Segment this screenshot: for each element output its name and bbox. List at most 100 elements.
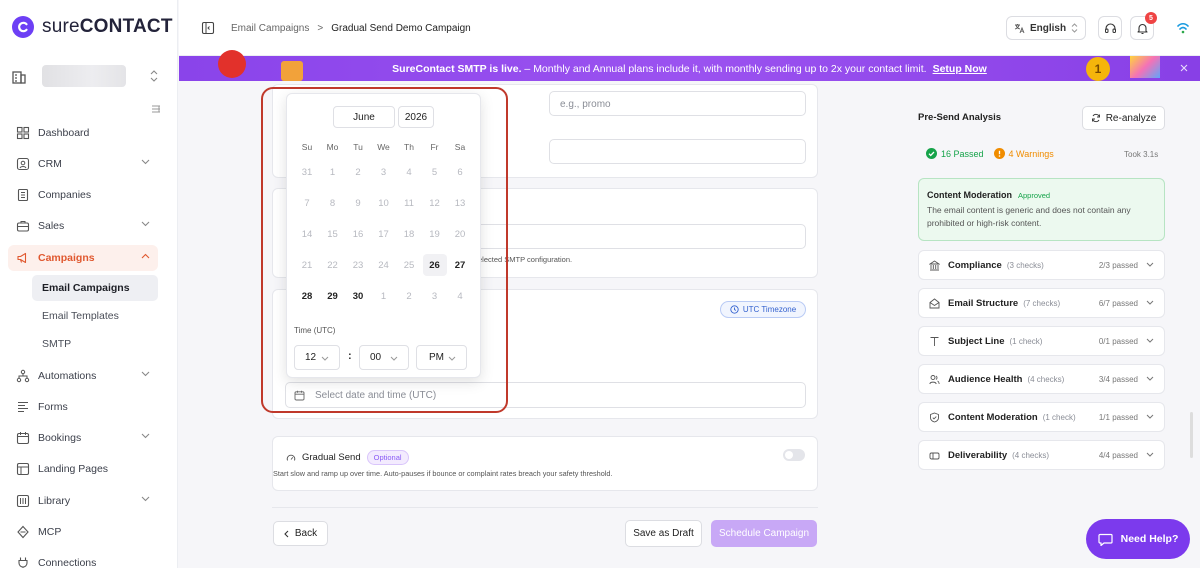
chevron-up-icon: [141, 253, 150, 259]
gradual-send-card: Gradual Send Optional Start slow and ram…: [272, 436, 818, 491]
scrollbar[interactable]: [1190, 412, 1193, 458]
users-icon: [929, 374, 940, 384]
chevron-down-icon: [141, 433, 150, 439]
chevron-down-icon: [141, 221, 150, 227]
check-subject-line[interactable]: Subject Line (1 check) 0/1 passed: [918, 326, 1165, 356]
optional-badge: Optional: [366, 450, 409, 465]
chevron-down-icon: [1146, 262, 1154, 267]
sidebar-item-sales[interactable]: Sales: [8, 213, 158, 239]
chat-icon: [1098, 533, 1113, 546]
gauge-icon: [286, 454, 296, 461]
sidebar-toggle-icon[interactable]: [150, 103, 162, 115]
chevron-down-icon: [141, 159, 150, 165]
sidebar-item-forms[interactable]: Forms: [8, 394, 158, 420]
notifications-button[interactable]: 5: [1130, 12, 1157, 40]
sidebar-item-label: Automations: [38, 370, 97, 382]
chevron-down-icon: [1146, 300, 1154, 305]
check-count: (7 checks): [1023, 298, 1061, 308]
content-moderation-summary: Content Moderation Approved The email co…: [918, 178, 1165, 241]
check-audience-health[interactable]: Audience Health (4 checks) 3/4 passed: [918, 364, 1165, 394]
sidebar-item-label: Connections: [38, 557, 97, 568]
bank-icon: [929, 259, 940, 270]
chevron-down-icon: [1146, 414, 1154, 419]
check-name: Email Structure: [948, 297, 1019, 309]
sidebar-item-label: Dashboard: [38, 127, 90, 139]
headset-icon: [1104, 22, 1116, 33]
check-count: (4 checks): [1027, 374, 1065, 384]
sidebar-item-companies[interactable]: Companies: [8, 182, 158, 208]
chevron-down-icon: [1146, 376, 1154, 381]
reanalyze-button[interactable]: Re-analyze: [1082, 106, 1165, 130]
language-selector[interactable]: English: [1006, 16, 1086, 40]
save-draft-button[interactable]: Save as Draft: [625, 520, 702, 547]
sidebar-item-mcp[interactable]: MCP: [8, 519, 158, 545]
utc-timezone-badge: UTC Timezone: [720, 301, 806, 318]
support-button[interactable]: [1098, 16, 1122, 40]
form-icon: [18, 401, 28, 413]
reanalyze-label: Re-analyze: [1105, 112, 1157, 124]
gradual-send-toggle[interactable]: [783, 449, 805, 461]
check-name: Audience Health: [948, 373, 1023, 385]
banner-setup-link[interactable]: Setup Now: [933, 63, 987, 75]
gradual-send-description: Start slow and ramp up over time. Auto-p…: [273, 469, 613, 478]
check-content-moderation[interactable]: Content Moderation (1 check) 1/1 passed: [918, 402, 1165, 432]
top-bar: Email Campaigns > Gradual Send Demo Camp…: [179, 0, 1200, 56]
need-help-button[interactable]: Need Help?: [1086, 519, 1190, 559]
logo-icon: [12, 16, 34, 38]
chevron-down-icon: [141, 496, 150, 502]
sidebar-item-label: Campaigns: [38, 252, 95, 264]
close-icon[interactable]: [1180, 64, 1188, 72]
mcp-icon: [17, 525, 29, 539]
breadcrumb-separator: >: [317, 22, 324, 34]
tag-input[interactable]: e.g., promo: [549, 91, 806, 116]
sidebar-item-landing-pages[interactable]: Landing Pages: [8, 456, 158, 482]
sidebar-subitem-email-templates[interactable]: Email Templates: [32, 303, 158, 329]
utc-timezone-label: UTC Timezone: [742, 305, 797, 314]
sidebar-item-campaigns[interactable]: Campaigns: [8, 245, 158, 271]
chevron-down-icon: [1146, 338, 1154, 343]
check-deliverability[interactable]: Deliverability (4 checks) 4/4 passed: [918, 440, 1165, 470]
sidebar-item-bookings[interactable]: Bookings: [8, 425, 158, 451]
sidebar-item-library[interactable]: Library: [8, 488, 158, 514]
sidebar-item-label: Bookings: [38, 432, 82, 444]
divider: [272, 507, 818, 508]
check-result: 2/3 passed: [1098, 260, 1138, 270]
chevron-updown-icon: [1071, 23, 1078, 33]
sidebar-item-crm[interactable]: CRM: [8, 151, 158, 177]
back-button[interactable]: Back: [273, 521, 328, 546]
sidebar-subitem-label: Email Campaigns: [42, 282, 130, 294]
sidebar-subitem-smtp[interactable]: SMTP: [32, 331, 158, 357]
panel-toggle-icon[interactable]: [201, 21, 215, 35]
sidebar-item-label: Forms: [38, 401, 68, 413]
app-logo[interactable]: sureCONTACT: [12, 16, 173, 38]
banner-text: – Monthly and Annual plans include it, w…: [521, 62, 927, 75]
gift-icon: [281, 61, 303, 81]
check-compliance[interactable]: Compliance (3 checks) 2/3 passed: [918, 250, 1165, 280]
passed-count: 16 Passed: [941, 148, 984, 159]
sidebar-subitem-email-campaigns[interactable]: Email Campaigns: [32, 275, 158, 301]
smtp-select[interactable]: [473, 224, 806, 249]
schedule-campaign-button[interactable]: Schedule Campaign: [711, 520, 817, 547]
banner-lead: SureContact SMTP is live.: [392, 62, 522, 75]
text-input[interactable]: [549, 139, 806, 164]
coin-badge-icon: 1: [1086, 57, 1110, 81]
warning-circle-icon: [993, 148, 1005, 159]
workspace-switcher[interactable]: [10, 58, 168, 94]
chevron-left-icon: [284, 530, 289, 537]
sidebar-item-dashboard[interactable]: Dashboard: [8, 120, 158, 146]
brand-logo-icon[interactable]: [1176, 22, 1190, 34]
chevron-down-icon: [141, 371, 150, 377]
briefcase-icon: [16, 221, 30, 232]
workspace-name: [42, 65, 126, 87]
sidebar-subitem-label: SMTP: [42, 338, 72, 350]
library-icon: [16, 494, 30, 508]
sidebar-item-automations[interactable]: Automations: [8, 363, 158, 389]
check-name: Deliverability: [948, 449, 1008, 461]
breadcrumb-parent[interactable]: Email Campaigns: [231, 23, 309, 34]
sidebar-item-connections[interactable]: Connections: [8, 550, 158, 568]
chevron-down-icon: [1146, 452, 1154, 457]
moderation-status: Approved: [1018, 191, 1051, 200]
check-email-structure[interactable]: Email Structure (7 checks) 6/7 passed: [918, 288, 1165, 318]
megaphone-icon: [17, 252, 27, 264]
sidebar-item-label: Landing Pages: [38, 463, 109, 475]
